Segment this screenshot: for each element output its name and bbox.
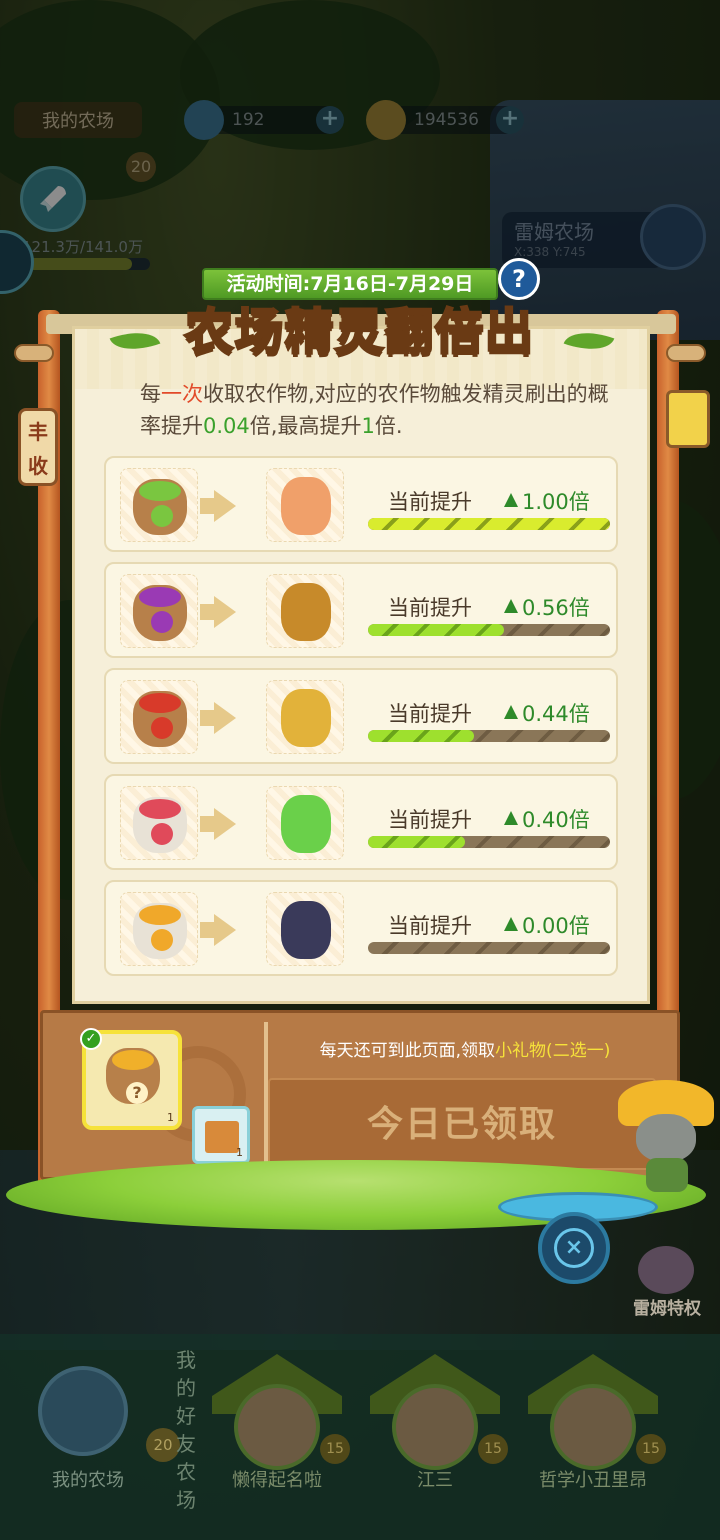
arrow-right-icon	[200, 596, 236, 628]
current-boost-value: 0.40倍	[504, 804, 590, 834]
my-farm-label: 我的农场	[52, 1470, 124, 1491]
up-arrow-icon	[504, 811, 518, 825]
close-button[interactable]: ×	[538, 1212, 610, 1284]
spirit-slot	[266, 786, 344, 860]
friend-farm-entry[interactable]: 15 江三	[370, 1354, 508, 1504]
up-arrow-icon	[504, 917, 518, 931]
spirit-icon	[281, 795, 331, 853]
arrow-right-icon	[200, 490, 236, 522]
close-icon: ×	[554, 1228, 594, 1268]
arrow-right-icon	[200, 702, 236, 734]
seed-bag-icon	[133, 797, 187, 853]
friend-name: 懒得起名啦	[232, 1470, 322, 1491]
my-level-badge: 20	[146, 1428, 180, 1462]
spirit-slot	[266, 680, 344, 754]
lantern-icon	[666, 390, 710, 448]
current-boost-value: 0.44倍	[504, 698, 590, 728]
rem-privilege-button[interactable]: 雷姆特权	[618, 1246, 716, 1319]
current-boost-label: 当前提升	[388, 596, 472, 620]
seed-bag-icon	[133, 479, 187, 535]
up-arrow-icon	[504, 705, 518, 719]
current-boost-value: 0.00倍	[504, 910, 590, 940]
gift-count: 1	[167, 1111, 174, 1124]
crop-bag-slot	[120, 468, 198, 542]
left-knob	[14, 344, 54, 362]
boost-row: 当前提升 0.44倍	[104, 668, 618, 764]
event-title: 农场精灵翻倍出	[183, 303, 535, 362]
arrow-right-icon	[200, 914, 236, 946]
rem-privilege-icon	[638, 1246, 694, 1294]
my-farm-entry[interactable]: 20 我的农场	[20, 1350, 180, 1491]
spirit-icon	[281, 689, 331, 747]
arrow-right-icon	[200, 808, 236, 840]
event-description: 每一次收取农作物,对应的农作物触发精灵刷出的概率提升0.04倍,最高提升1倍.	[140, 382, 609, 438]
friend-level-badge: 15	[320, 1434, 350, 1464]
boost-row: 当前提升 0.56倍	[104, 562, 618, 658]
friend-avatar	[234, 1384, 320, 1470]
current-boost-value: 1.00倍	[504, 486, 590, 516]
spirit-icon	[281, 477, 331, 535]
friend-name: 哲学小丑里昂	[539, 1470, 647, 1491]
crate-count: 1	[236, 1146, 243, 1159]
gift-option-crate[interactable]: 1	[192, 1106, 250, 1164]
spirit-slot	[266, 468, 344, 542]
boost-row: 当前提升 1.00倍	[104, 456, 618, 552]
current-boost-label: 当前提升	[388, 914, 472, 938]
spirit-slot	[266, 892, 344, 966]
friend-avatar	[392, 1384, 478, 1470]
friend-avatar	[550, 1384, 636, 1470]
boost-rows: 当前提升 1.00倍 当前提升 0.56倍 当前提升 0.44倍 当前提升 0.40倍 当前提升…	[104, 456, 618, 986]
boost-progress-bar	[368, 836, 610, 848]
event-date-banner: 活动时间:7月16日-7月29日	[202, 268, 498, 300]
claimed-button[interactable]: 今日已领取	[268, 1078, 656, 1170]
boost-progress-bar	[368, 624, 610, 636]
seed-bag-icon	[133, 691, 187, 747]
rem-privilege-label: 雷姆特权	[633, 1299, 701, 1319]
current-boost-value: 0.56倍	[504, 592, 590, 622]
boost-progress-bar	[368, 942, 610, 954]
help-button[interactable]: ?	[498, 258, 540, 300]
fishing-cat-character	[618, 1080, 714, 1192]
current-boost-label: 当前提升	[388, 702, 472, 726]
current-boost-label: 当前提升	[388, 490, 472, 514]
friend-name: 江三	[417, 1470, 453, 1491]
check-icon: ✓	[80, 1028, 102, 1050]
harvest-tag: 丰收	[18, 408, 58, 486]
spirit-icon	[281, 901, 331, 959]
current-boost-label: 当前提升	[388, 808, 472, 832]
right-knob	[666, 344, 706, 362]
up-arrow-icon	[504, 493, 518, 507]
gift-option-seed-bag[interactable]: ? ✓ 1	[80, 1028, 182, 1130]
seed-bag-icon	[133, 903, 187, 959]
friend-farm-entry[interactable]: 15 哲学小丑里昂	[528, 1354, 666, 1504]
friend-farm-entry[interactable]: 15 懒得起名啦	[212, 1354, 350, 1504]
crop-bag-slot	[120, 892, 198, 966]
crop-bag-slot	[120, 786, 198, 860]
boost-progress-bar	[368, 730, 610, 742]
seed-bag-icon	[133, 585, 187, 641]
crate-icon	[205, 1121, 239, 1153]
spirit-icon	[281, 583, 331, 641]
up-arrow-icon	[504, 599, 518, 613]
my-avatar	[38, 1366, 128, 1456]
spirit-slot	[266, 574, 344, 648]
boost-row: 当前提升 0.40倍	[104, 774, 618, 870]
mystery-icon: ?	[126, 1082, 148, 1104]
crop-bag-slot	[120, 680, 198, 754]
friend-level-badge: 15	[478, 1434, 508, 1464]
daily-reward-info: 每天还可到此页面,领取小礼物(二选一)	[319, 1041, 611, 1061]
friend-level-badge: 15	[636, 1434, 666, 1464]
friends-farm-title: 我的好友农场	[176, 1348, 196, 1512]
boost-row: 当前提升 0.00倍	[104, 880, 618, 976]
crop-bag-slot	[120, 574, 198, 648]
boost-progress-bar	[368, 518, 610, 530]
